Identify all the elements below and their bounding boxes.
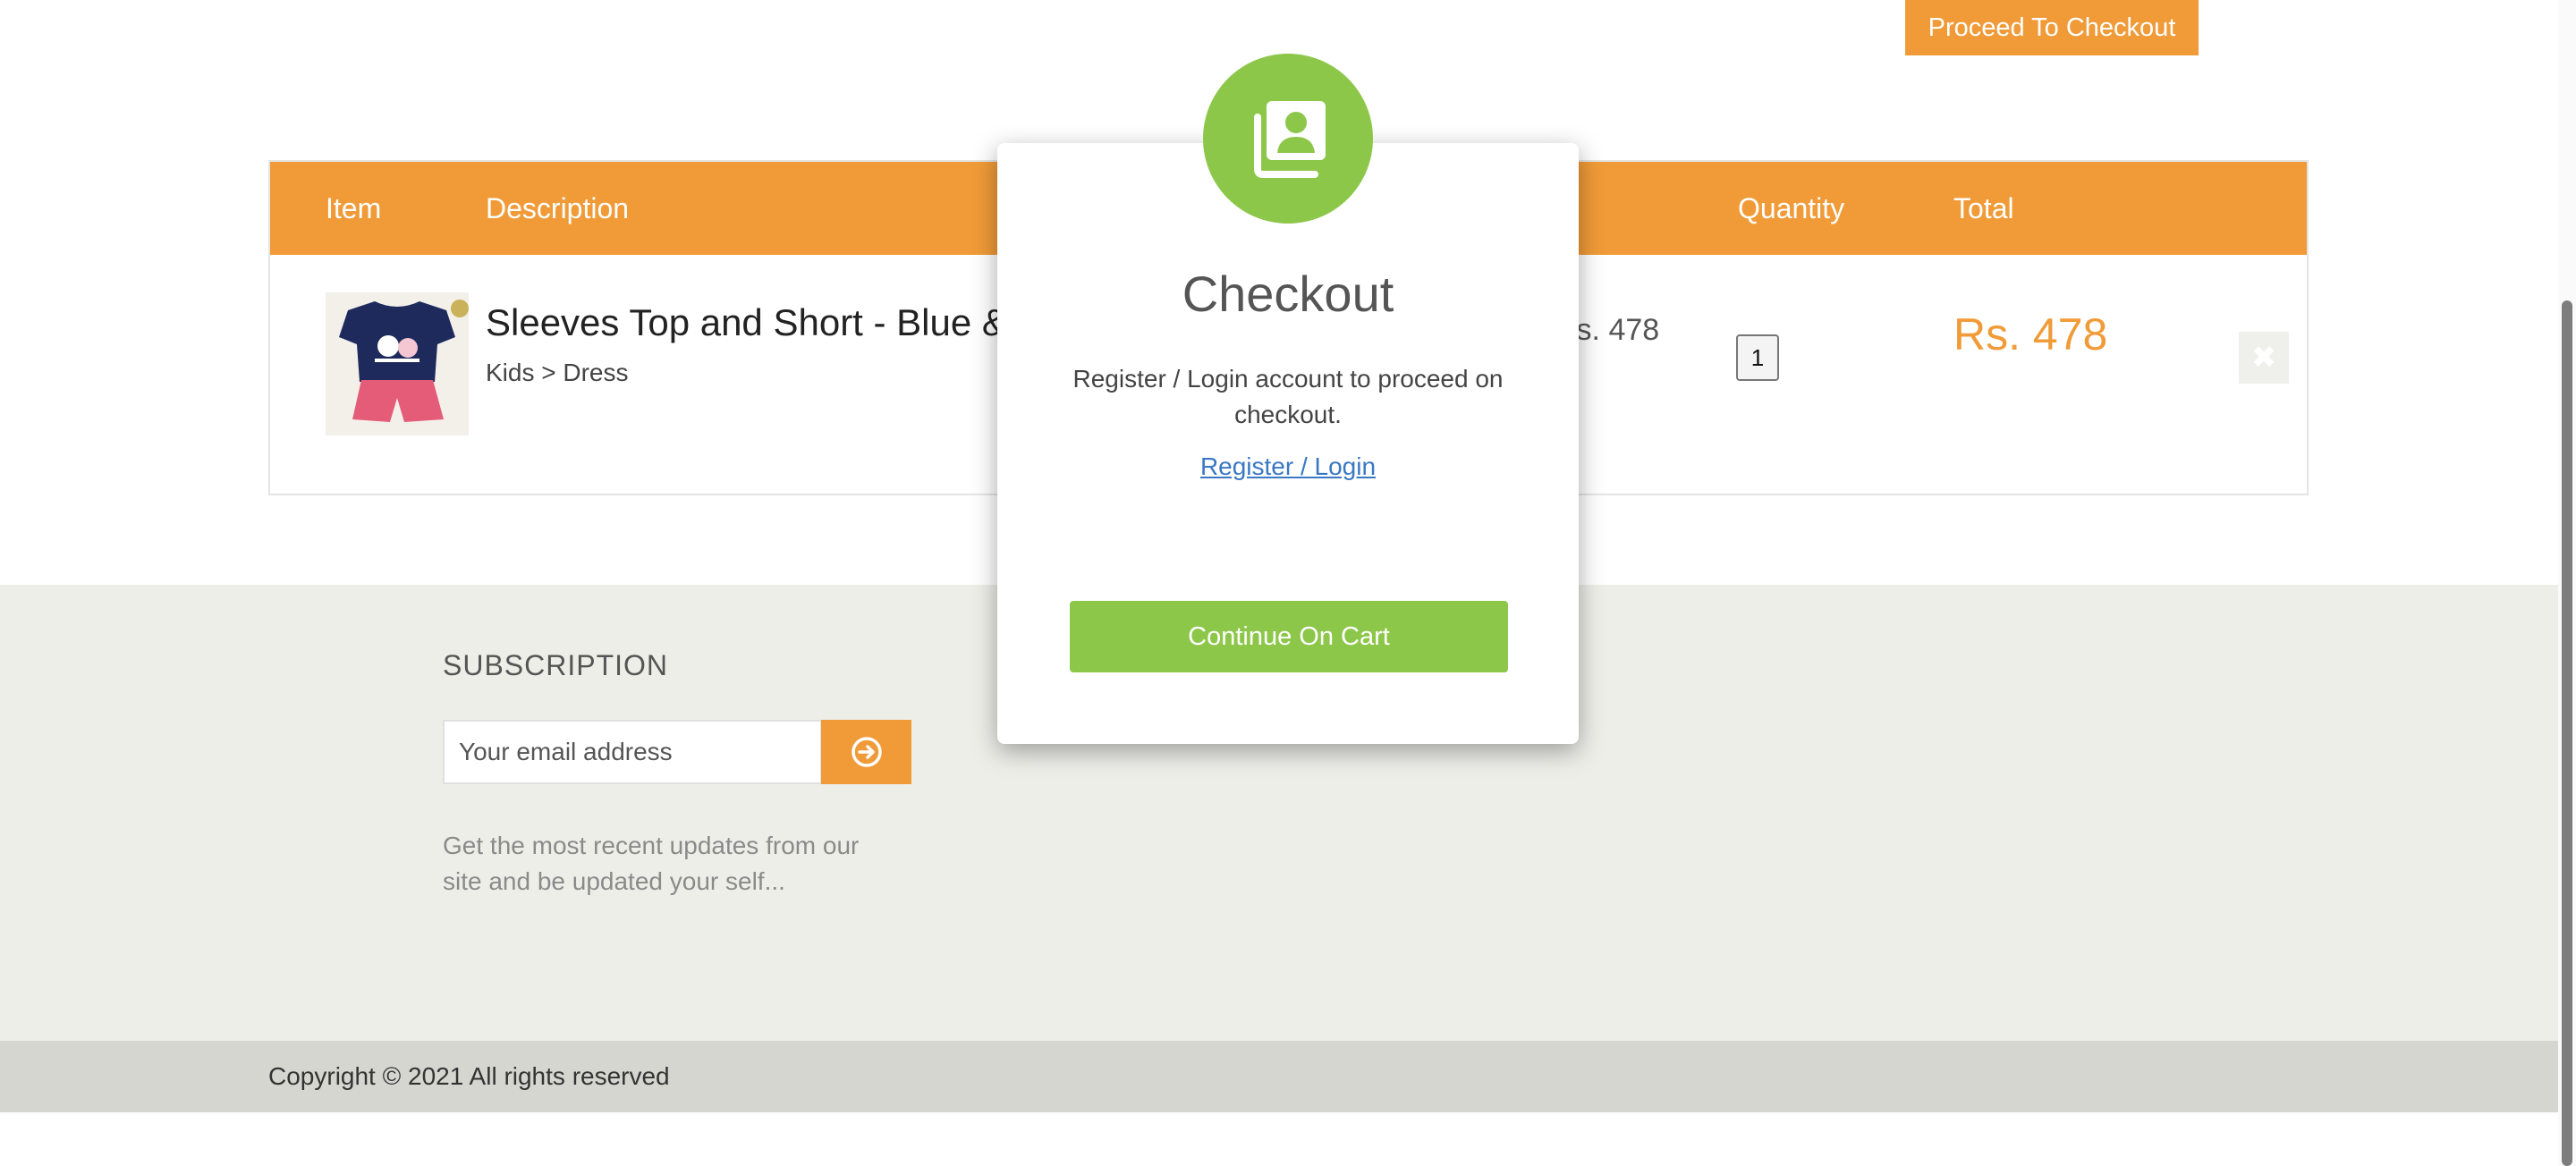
column-header-description: Description	[486, 191, 630, 224]
continue-on-cart-button[interactable]: Continue On Cart	[1070, 601, 1508, 672]
scrollbar[interactable]	[2558, 0, 2576, 1166]
line-total: Rs. 478	[1953, 309, 2108, 359]
copyright-text: Copyright © 2021 All rights reserved	[268, 1062, 670, 1090]
proceed-to-checkout-button[interactable]: Proceed To Checkout	[1905, 0, 2199, 55]
modal-icon-circle	[1203, 54, 1373, 224]
column-header-total: Total	[1953, 191, 2014, 224]
arrow-circle-right-icon	[851, 737, 882, 767]
email-input[interactable]	[443, 720, 822, 784]
product-image[interactable]	[326, 292, 469, 435]
remove-item-button[interactable]: ✖	[2239, 332, 2289, 384]
modal-message: Register / Login account to proceed on c…	[1072, 365, 1504, 428]
copyright-bar: Copyright © 2021 All rights reserved	[0, 1041, 2558, 1112]
product-category: Kids > Dress	[486, 359, 629, 386]
register-login-link[interactable]: Register / Login	[997, 452, 1579, 481]
subscription-title: SUBSCRIPTION	[443, 649, 669, 681]
checkout-modal: Checkout Register / Login account to pro…	[997, 143, 1579, 744]
modal-title: Checkout	[1182, 266, 1394, 322]
quantity-input[interactable]: 1	[1736, 334, 1779, 381]
close-icon: ✖	[2250, 341, 2277, 375]
scrollbar-thumb[interactable]	[2562, 300, 2572, 1166]
column-header-quantity: Quantity	[1738, 191, 1845, 224]
column-header-item: Item	[326, 191, 382, 224]
subscribe-button[interactable]	[821, 720, 911, 784]
contact-book-icon	[1254, 101, 1326, 178]
subscription-description: Get the most recent updates from our sit…	[443, 832, 860, 895]
